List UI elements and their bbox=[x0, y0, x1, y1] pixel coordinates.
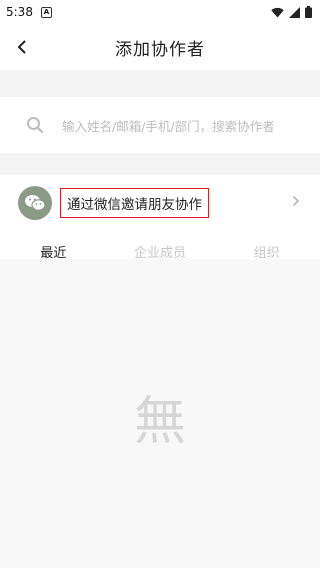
empty-state-glyph: 無 bbox=[133, 392, 186, 452]
chevron-right-icon bbox=[292, 195, 300, 207]
wechat-avatar bbox=[18, 186, 52, 220]
section-divider bbox=[0, 70, 320, 97]
recent-list-area: 無 bbox=[0, 259, 320, 568]
section-divider bbox=[0, 153, 320, 175]
wechat-invite-row[interactable]: 通过微信邀请朋友协作 bbox=[0, 175, 320, 231]
status-bar: 5:38 A bbox=[0, 0, 320, 24]
page-title: 添加协作者 bbox=[115, 39, 205, 60]
search-input[interactable]: 输入姓名/邮箱/手机/部门，搜索协作者 bbox=[62, 116, 275, 135]
wechat-icon bbox=[25, 195, 46, 211]
search-icon bbox=[27, 117, 44, 134]
battery-icon bbox=[305, 6, 312, 18]
app-notification-icon: A bbox=[40, 6, 52, 18]
signal-icon bbox=[289, 6, 300, 18]
chevron-left-icon bbox=[17, 40, 26, 54]
status-time: 5:38 bbox=[6, 5, 33, 19]
search-bar[interactable]: 输入姓名/邮箱/手机/部门，搜索协作者 bbox=[0, 97, 320, 153]
top-nav-bar: 添加协作者 bbox=[0, 24, 320, 70]
wifi-icon bbox=[271, 7, 284, 17]
wechat-invite-label: 通过微信邀请朋友协作 bbox=[60, 188, 209, 218]
back-button[interactable] bbox=[8, 24, 36, 70]
